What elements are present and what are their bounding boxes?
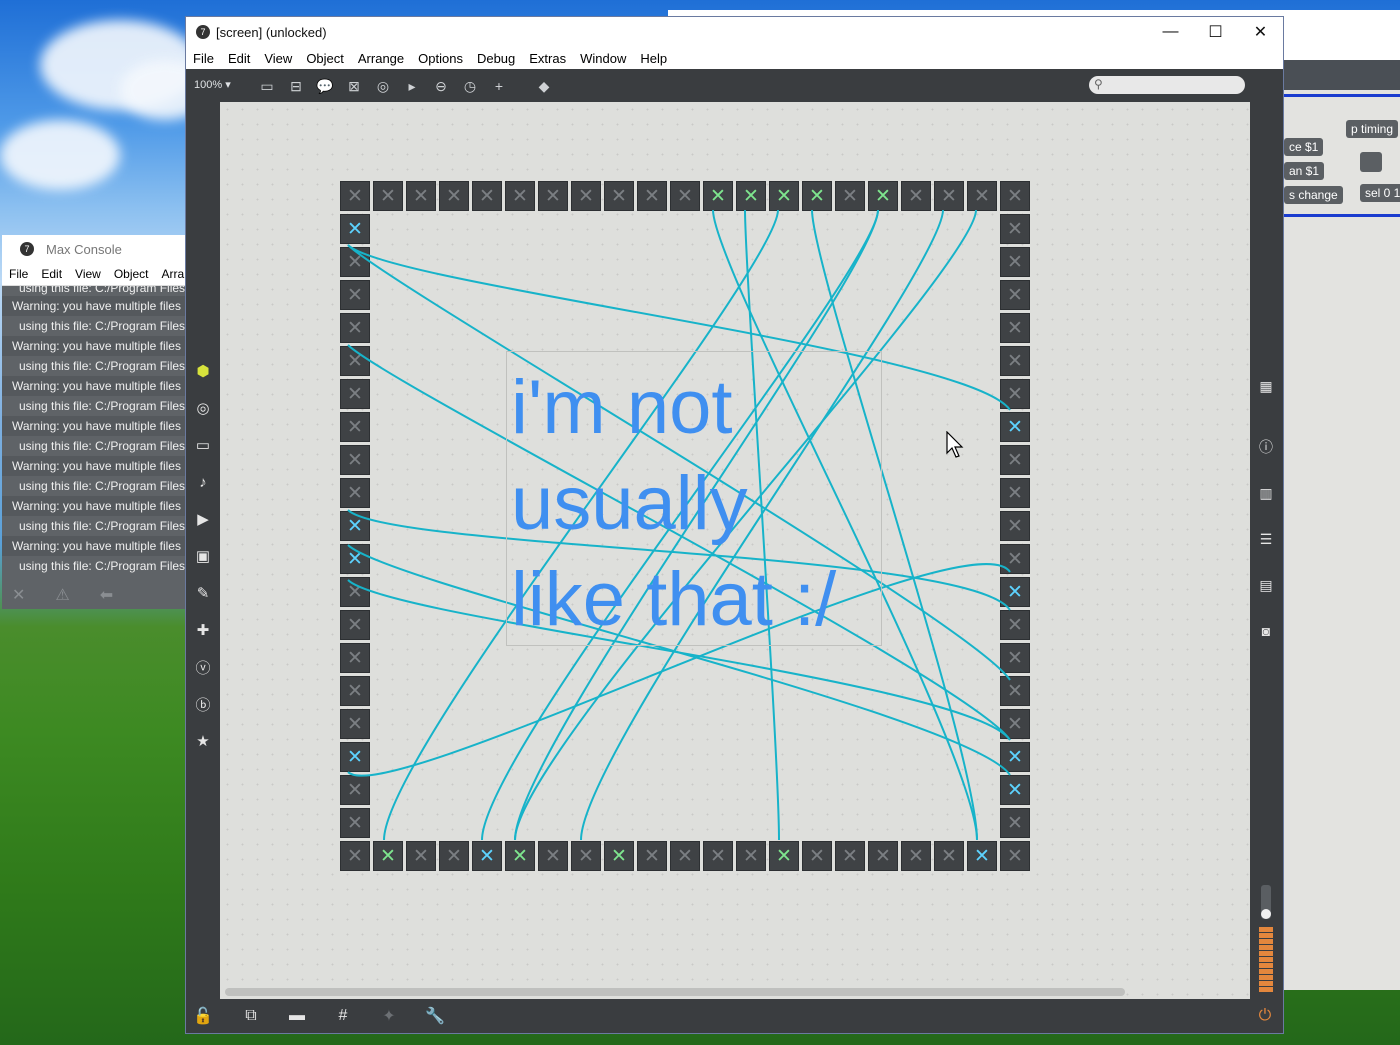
comment-box[interactable]: i'm not usually like that :/ (506, 351, 882, 646)
comment-text: i'm not usually like that :/ (511, 365, 837, 642)
mouse-cursor-icon (946, 431, 964, 458)
